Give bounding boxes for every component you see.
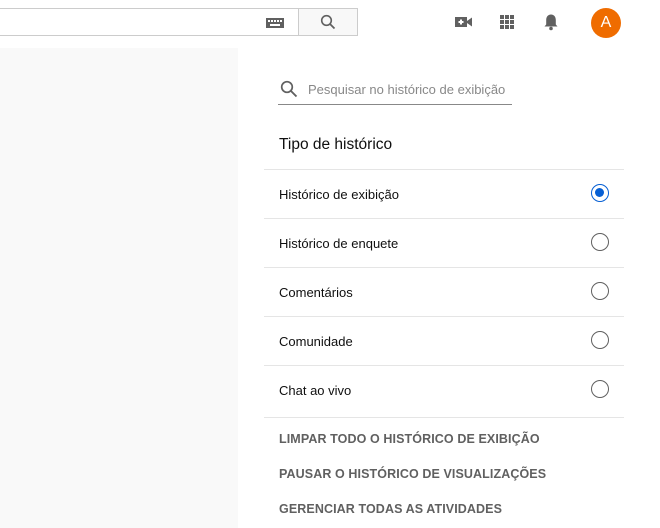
search-icon	[280, 80, 298, 98]
create-video-button[interactable]	[454, 12, 474, 32]
notifications-bell-icon	[544, 14, 558, 31]
search-icon	[320, 14, 336, 30]
apps-button[interactable]	[497, 12, 517, 32]
option-label: Comentários	[279, 285, 353, 300]
option-label: Comunidade	[279, 334, 353, 349]
notifications-button[interactable]	[541, 12, 561, 32]
video-camera-add-icon	[455, 17, 472, 27]
pause-watch-history-button[interactable]: PAUSAR O HISTÓRICO DE VISUALIZAÇÕES	[264, 457, 624, 492]
radio-button[interactable]	[591, 380, 609, 398]
search-box[interactable]	[0, 8, 298, 36]
clear-watch-history-button[interactable]: LIMPAR TODO O HISTÓRICO DE EXIBIÇÃO	[264, 422, 624, 457]
option-comments[interactable]: Comentários	[264, 267, 624, 316]
radio-button[interactable]	[591, 233, 609, 251]
avatar[interactable]: A	[591, 8, 621, 38]
manage-all-activity-button[interactable]: GERENCIAR TODAS AS ATIVIDADES	[264, 492, 624, 527]
radio-button[interactable]	[591, 331, 609, 349]
option-poll-history[interactable]: Histórico de enquete	[264, 218, 624, 267]
option-live-chat[interactable]: Chat ao vivo	[264, 365, 624, 414]
radio-button[interactable]	[591, 184, 609, 202]
section-title: Tipo de histórico	[279, 136, 393, 153]
option-label: Histórico de exibição	[279, 187, 399, 202]
option-watch-history[interactable]: Histórico de exibição	[264, 169, 624, 218]
option-label: Chat ao vivo	[279, 383, 352, 398]
history-type-options: Histórico de exibição Histórico de enque…	[264, 169, 624, 414]
search-button[interactable]	[298, 8, 358, 36]
history-search[interactable]	[278, 74, 512, 105]
history-search-input[interactable]	[308, 81, 508, 97]
apps-grid-icon	[500, 15, 514, 29]
avatar-letter: A	[600, 14, 612, 31]
option-community[interactable]: Comunidade	[264, 316, 624, 365]
history-panel: Tipo de histórico Histórico de exibição …	[238, 48, 660, 528]
option-label: Histórico de enquete	[279, 236, 399, 251]
top-bar: A	[0, 0, 660, 48]
radio-button[interactable]	[591, 282, 609, 300]
history-actions: LIMPAR TODO O HISTÓRICO DE EXIBIÇÃO PAUS…	[264, 417, 624, 527]
keyboard-icon[interactable]	[266, 18, 284, 28]
